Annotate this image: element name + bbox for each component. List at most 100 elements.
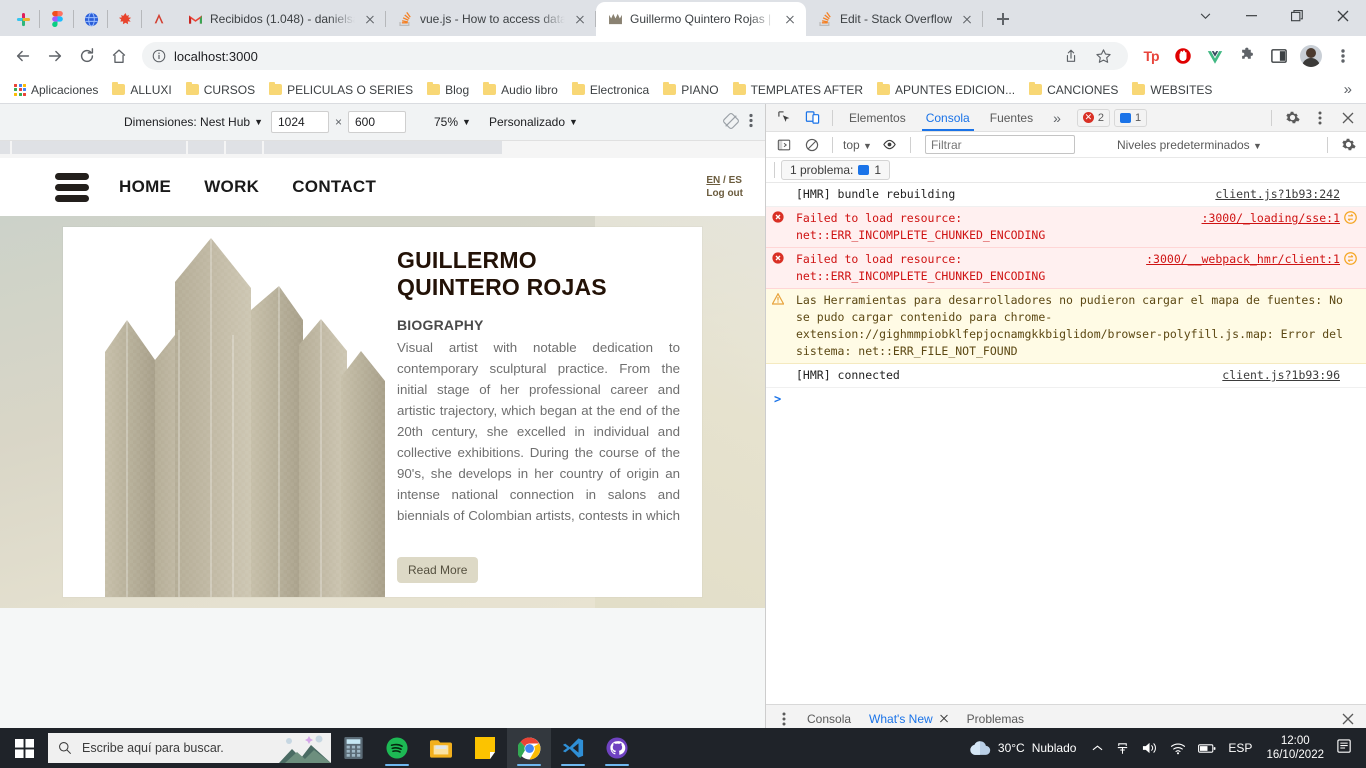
bookmarks-overflow-button[interactable]: »: [1338, 81, 1358, 98]
nav-link-home[interactable]: HOME: [119, 177, 171, 197]
three-dot-menu-icon[interactable]: [749, 113, 753, 131]
nav-link-contact[interactable]: CONTACT: [292, 177, 376, 197]
acrobat-pinned-tab[interactable]: [142, 2, 176, 36]
jump-to-network-icon[interactable]: [1344, 251, 1358, 268]
tab-fuentes[interactable]: Fuentes: [980, 104, 1043, 131]
file-explorer-taskbar-icon[interactable]: [419, 728, 463, 768]
clear-console-icon[interactable]: [798, 132, 826, 158]
close-icon[interactable]: [362, 11, 378, 27]
action-center-icon[interactable]: [1332, 738, 1362, 758]
bookmark-folder[interactable]: CANCIONES: [1023, 80, 1124, 100]
lang-en[interactable]: EN: [706, 175, 720, 186]
toptal-extension-icon[interactable]: Tp: [1136, 41, 1166, 71]
new-tab-button[interactable]: [989, 5, 1017, 33]
tab-consola[interactable]: Consola: [916, 104, 980, 131]
browser-tab[interactable]: vue.js - How to access data fro: [386, 2, 596, 36]
adblock-extension-icon[interactable]: [1168, 41, 1198, 71]
bookmark-folder[interactable]: Audio libro: [477, 80, 564, 100]
browser-tab[interactable]: Recibidos (1.048) - danielsantia: [176, 2, 386, 36]
language-indicator[interactable]: ESP: [1222, 741, 1258, 755]
calculator-taskbar-icon[interactable]: [331, 728, 375, 768]
device-throttling-select[interactable]: Personalizado ▼: [483, 115, 584, 129]
sticky-notes-taskbar-icon[interactable]: [463, 728, 507, 768]
problems-chip[interactable]: 1 problema: 1: [781, 160, 891, 180]
bookmark-apps[interactable]: Aplicaciones: [8, 80, 104, 100]
live-expression-eye-icon[interactable]: [876, 132, 904, 158]
device-height-input[interactable]: 600: [348, 111, 406, 133]
onedrive-icon[interactable]: [1109, 741, 1136, 756]
console-source-link[interactable]: :3000/_loading/sse:1: [1194, 210, 1340, 227]
console-message-list[interactable]: [HMR] bundle rebuilding client.js?1b93:2…: [766, 183, 1366, 704]
device-preset-select[interactable]: Dimensiones: Nest Hub ▼: [118, 115, 269, 129]
logout-link[interactable]: Log out: [706, 187, 743, 201]
rotate-device-icon[interactable]: [723, 112, 739, 132]
share-icon[interactable]: [1056, 41, 1086, 71]
side-panel-icon[interactable]: [1264, 41, 1294, 71]
reload-button[interactable]: [72, 41, 102, 71]
console-source-link[interactable]: :3000/__webpack_hmr/client:1: [1138, 251, 1340, 268]
tab-elementos[interactable]: Elementos: [839, 104, 916, 131]
weather-widget[interactable]: 30°C Nublado: [959, 740, 1087, 756]
close-window-button[interactable]: [1320, 0, 1366, 32]
read-more-button[interactable]: Read More: [397, 557, 479, 583]
github-desktop-taskbar-icon[interactable]: [595, 728, 639, 768]
toggle-device-toolbar-icon[interactable]: [798, 105, 826, 131]
figma-pinned-tab[interactable]: [40, 2, 74, 36]
taskbar-search[interactable]: Escribe aquí para buscar.: [48, 733, 331, 763]
taskbar-clock[interactable]: 12:00 16/10/2022: [1258, 734, 1332, 763]
bookmark-folder[interactable]: Blog: [421, 80, 475, 100]
vscode-taskbar-icon[interactable]: [551, 728, 595, 768]
forward-button[interactable]: [40, 41, 70, 71]
console-source-link[interactable]: client.js?1b93:242: [1207, 186, 1340, 203]
more-tabs-button[interactable]: »: [1043, 104, 1071, 131]
bookmark-folder[interactable]: WEBSITES: [1126, 80, 1218, 100]
inspect-element-icon[interactable]: [770, 105, 798, 131]
close-icon[interactable]: [959, 11, 975, 27]
console-row[interactable]: Failed to load resource: net::ERR_INCOMP…: [766, 248, 1366, 289]
jump-to-network-icon[interactable]: [1344, 210, 1358, 227]
generic-blue-pinned-tab[interactable]: [74, 2, 108, 36]
message-count-badge[interactable]: 1: [1114, 108, 1148, 127]
network-icon[interactable]: [1164, 742, 1192, 755]
bookmark-folder[interactable]: CURSOS: [180, 80, 261, 100]
chrome-taskbar-icon[interactable]: [507, 728, 551, 768]
tab-search-button[interactable]: [1182, 0, 1228, 32]
bookmark-folder[interactable]: APUNTES EDICION...: [871, 80, 1021, 100]
maple-pinned-tab[interactable]: [108, 2, 142, 36]
home-button[interactable]: [104, 41, 134, 71]
maximize-button[interactable]: [1274, 0, 1320, 32]
close-icon[interactable]: [572, 11, 588, 27]
bookmark-folder[interactable]: Electronica: [566, 80, 655, 100]
bookmark-star-icon[interactable]: [1088, 41, 1118, 71]
device-zoom-select[interactable]: 75% ▼: [428, 115, 477, 129]
three-dot-menu-icon[interactable]: [1328, 41, 1358, 71]
console-row[interactable]: [HMR] bundle rebuilding client.js?1b93:2…: [766, 183, 1366, 207]
console-prompt[interactable]: >: [766, 388, 1366, 410]
console-row[interactable]: Failed to load resource: net::ERR_INCOMP…: [766, 207, 1366, 248]
back-button[interactable]: [8, 41, 38, 71]
gear-icon[interactable]: [1278, 105, 1306, 131]
show-hidden-icons-chevron[interactable]: [1086, 744, 1109, 752]
lang-es[interactable]: ES: [729, 175, 742, 186]
bookmark-folder[interactable]: PELICULAS O SERIES: [263, 80, 419, 100]
three-dot-menu-icon[interactable]: [1306, 105, 1334, 131]
nav-link-work[interactable]: WORK: [204, 177, 259, 197]
vue-devtools-extension-icon[interactable]: [1200, 41, 1230, 71]
console-row[interactable]: [HMR] connected client.js?1b93:96: [766, 364, 1366, 388]
minimize-button[interactable]: [1228, 0, 1274, 32]
hamburger-menu-icon[interactable]: [55, 172, 89, 202]
extensions-puzzle-icon[interactable]: [1232, 41, 1262, 71]
close-icon[interactable]: [782, 11, 798, 27]
console-filter-input[interactable]: [924, 135, 1075, 154]
battery-icon[interactable]: [1192, 743, 1222, 754]
bookmark-folder[interactable]: TEMPLATES AFTER: [727, 80, 869, 100]
gear-icon[interactable]: [1334, 132, 1362, 158]
volume-icon[interactable]: [1136, 741, 1164, 755]
avatar[interactable]: [1296, 41, 1326, 71]
spotify-taskbar-icon[interactable]: [375, 728, 419, 768]
console-sidebar-icon[interactable]: [770, 132, 798, 158]
log-levels-select[interactable]: Niveles predeterminados ▼: [1113, 138, 1266, 152]
console-row[interactable]: Las Herramientas para desarrolladores no…: [766, 289, 1366, 364]
device-width-input[interactable]: 1024: [270, 111, 329, 133]
browser-tab-active[interactable]: Guillermo Quintero Rojas | Ho: [596, 2, 806, 36]
